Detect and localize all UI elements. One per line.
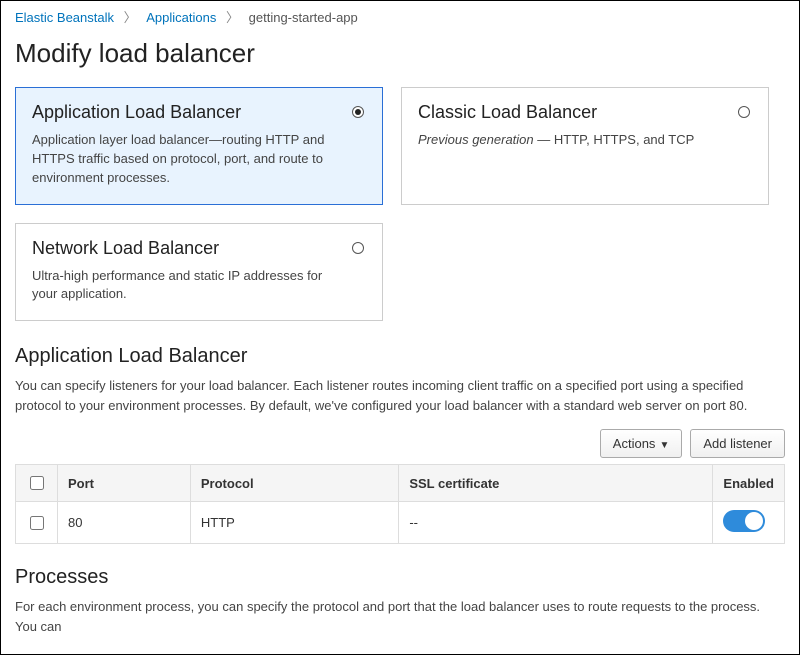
listeners-section-desc: You can specify listeners for your load … bbox=[15, 376, 785, 415]
listeners-table: Port Protocol SSL certificate Enabled 80… bbox=[15, 464, 785, 544]
header-port: Port bbox=[58, 465, 191, 502]
processes-section-title: Processes bbox=[15, 566, 785, 589]
processes-section-desc: For each environment process, you can sp… bbox=[15, 597, 785, 636]
actions-button-label: Actions bbox=[613, 436, 656, 451]
header-protocol: Protocol bbox=[190, 465, 398, 502]
header-enabled: Enabled bbox=[713, 465, 785, 502]
cell-protocol: HTTP bbox=[190, 502, 398, 544]
option-application-lb[interactable]: Application Load Balancer Application la… bbox=[15, 87, 383, 205]
radio-icon bbox=[352, 242, 364, 254]
enabled-toggle[interactable] bbox=[723, 510, 765, 532]
row-checkbox[interactable] bbox=[30, 516, 44, 530]
listener-buttons: Actions▼ Add listener bbox=[15, 429, 785, 458]
radio-icon bbox=[738, 106, 750, 118]
option-title: Network Load Balancer bbox=[32, 238, 332, 259]
add-listener-button[interactable]: Add listener bbox=[690, 429, 785, 458]
breadcrumb-current: getting-started-app bbox=[249, 10, 358, 25]
option-desc: Ultra-high performance and static IP add… bbox=[32, 267, 332, 305]
option-desc-rest: — HTTP, HTTPS, and TCP bbox=[534, 132, 695, 147]
option-desc: Application layer load balancer—routing … bbox=[32, 131, 332, 188]
option-title: Application Load Balancer bbox=[32, 102, 332, 123]
cell-ssl: -- bbox=[399, 502, 713, 544]
header-checkbox bbox=[16, 465, 58, 502]
header-ssl: SSL certificate bbox=[399, 465, 713, 502]
listeners-section-title: Application Load Balancer bbox=[15, 345, 785, 368]
chevron-right-icon: 〉 bbox=[124, 10, 137, 25]
option-desc-emph: Previous generation bbox=[418, 132, 534, 147]
cell-port: 80 bbox=[58, 502, 191, 544]
breadcrumb-root[interactable]: Elastic Beanstalk bbox=[15, 10, 114, 25]
radio-icon bbox=[352, 106, 364, 118]
table-row: 80 HTTP -- bbox=[16, 502, 785, 544]
option-desc: Previous generation — HTTP, HTTPS, and T… bbox=[418, 131, 718, 150]
page-title: Modify load balancer bbox=[15, 38, 785, 69]
actions-button[interactable]: Actions▼ bbox=[600, 429, 683, 458]
breadcrumb-applications[interactable]: Applications bbox=[146, 10, 216, 25]
breadcrumb: Elastic Beanstalk 〉 Applications 〉 getti… bbox=[15, 5, 785, 34]
select-all-checkbox[interactable] bbox=[30, 476, 44, 490]
chevron-right-icon: 〉 bbox=[226, 10, 239, 25]
load-balancer-options: Application Load Balancer Application la… bbox=[15, 87, 785, 321]
caret-down-icon: ▼ bbox=[659, 440, 669, 451]
option-classic-lb[interactable]: Classic Load Balancer Previous generatio… bbox=[401, 87, 769, 205]
option-title: Classic Load Balancer bbox=[418, 102, 718, 123]
option-network-lb[interactable]: Network Load Balancer Ultra-high perform… bbox=[15, 223, 383, 322]
